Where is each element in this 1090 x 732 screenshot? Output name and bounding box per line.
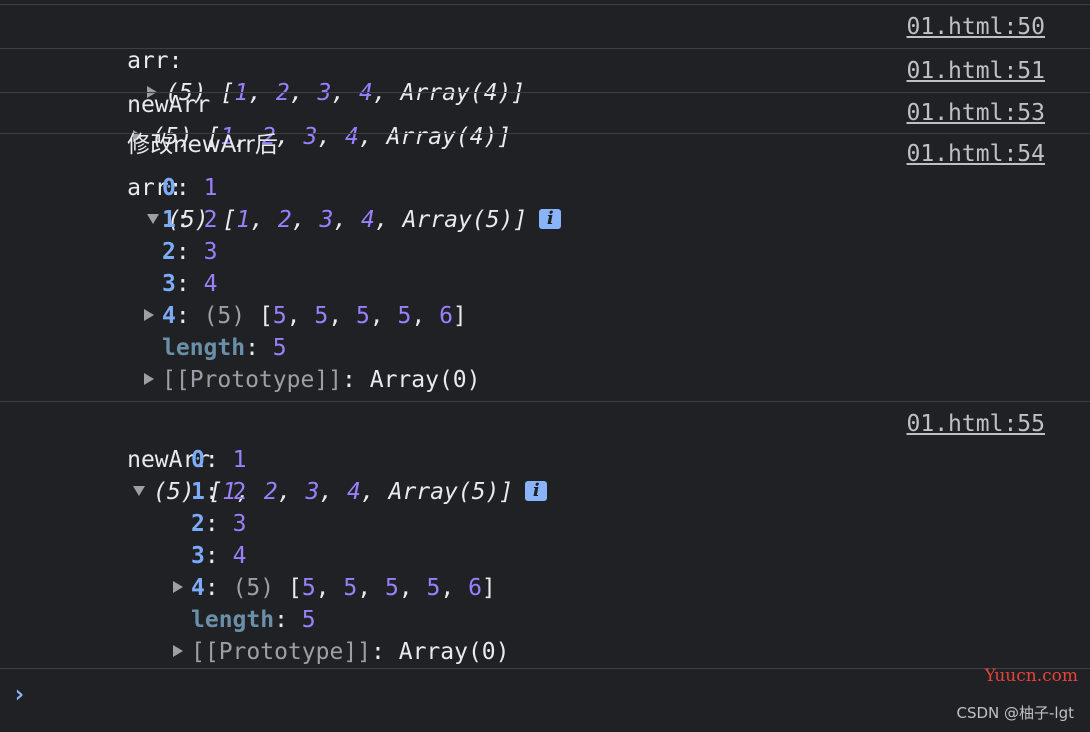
- expand-triangle-icon[interactable]: [173, 644, 183, 657]
- source-link[interactable]: 01.html:51: [907, 55, 1045, 87]
- property-list: 0: 1 1: 2 2: 3 3: 4 4: (5) [5, 5, 5, 5, …: [144, 172, 481, 396]
- property-row: 3: 4: [162, 271, 218, 297]
- prompt-chevron-icon: ›: [12, 680, 27, 708]
- info-icon[interactable]: i: [525, 480, 548, 501]
- expand-triangle-icon[interactable]: [144, 308, 154, 321]
- property-row: 0: 1: [162, 175, 218, 201]
- nested-array-row[interactable]: 4: (5) [5, 5, 5, 5, 6]: [173, 572, 510, 604]
- property-list: 0: 1 1: 2 2: 3 3: 4 4: (5) [5, 5, 5, 5, …: [173, 444, 510, 668]
- property-row: 2: 3: [191, 511, 247, 537]
- console-panel: arr: (5) [1, 2, 3, 4, Array(4)] 01.html:…: [0, 0, 1090, 669]
- property-row: 0: 1: [191, 447, 247, 473]
- collapse-triangle-icon[interactable]: [133, 485, 146, 496]
- prototype-row[interactable]: [[Prototype]]: Array(0): [144, 364, 481, 396]
- property-row: 1: 2: [191, 479, 247, 505]
- length-row: length: 5: [191, 607, 316, 633]
- source-link[interactable]: 01.html:53: [907, 97, 1045, 129]
- property-row: 1: 2: [162, 207, 218, 233]
- length-row: length: 5: [162, 335, 287, 361]
- collapse-triangle-icon[interactable]: [147, 213, 160, 224]
- watermark-credit: CSDN @柚子-lgt: [956, 704, 1074, 722]
- console-message: arr: (5) [1, 2, 3, 4, Array(4)] 01.html:…: [0, 5, 1090, 106]
- console-prompt[interactable]: ›: [0, 672, 1090, 712]
- source-link[interactable]: 01.html:50: [907, 11, 1045, 43]
- prototype-row[interactable]: [[Prototype]]: Array(0): [173, 636, 510, 668]
- watermark-site: Yuucn.com: [984, 666, 1078, 686]
- expand-triangle-icon[interactable]: [173, 580, 183, 593]
- info-icon[interactable]: i: [539, 208, 562, 229]
- property-row: 3: 4: [191, 543, 247, 569]
- source-link[interactable]: 01.html:55: [907, 408, 1045, 440]
- console-message: 修改newArr后 01.html:53: [0, 93, 1090, 158]
- console-message: newArr (5) [1, 2, 3, 4, Array(5)] i 01.ht…: [0, 402, 1090, 669]
- property-row: 2: 3: [162, 239, 218, 265]
- console-message: arr: (5) [1, 2, 3, 4, Array(5)] i 01.html…: [0, 134, 1090, 402]
- source-link[interactable]: 01.html:54: [907, 138, 1045, 170]
- nested-array-row[interactable]: 4: (5) [5, 5, 5, 5, 6]: [144, 300, 481, 332]
- console-message: newArr (5) [1, 2, 3, 4, Array(4)] 01.htm…: [0, 49, 1090, 150]
- expand-triangle-icon[interactable]: [144, 372, 154, 385]
